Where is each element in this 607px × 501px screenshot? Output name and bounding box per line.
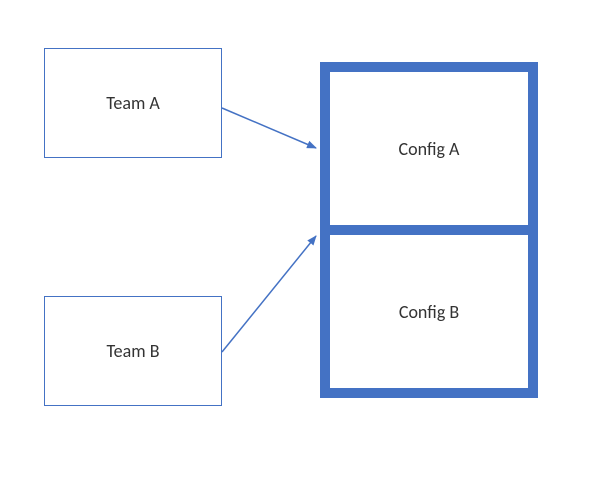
arrow-team-a-to-config [222, 108, 316, 148]
config-a-cell: Config A [330, 72, 528, 225]
config-a-label: Config A [399, 138, 460, 160]
team-b-label: Team B [107, 340, 160, 362]
config-b-cell: Config B [330, 235, 528, 388]
team-a-label: Team A [106, 92, 160, 114]
arrow-team-b-to-config [222, 236, 316, 352]
config-container: Config A Config B [320, 62, 538, 398]
team-a-box: Team A [44, 48, 222, 158]
team-b-box: Team B [44, 296, 222, 406]
config-b-label: Config B [399, 301, 459, 323]
